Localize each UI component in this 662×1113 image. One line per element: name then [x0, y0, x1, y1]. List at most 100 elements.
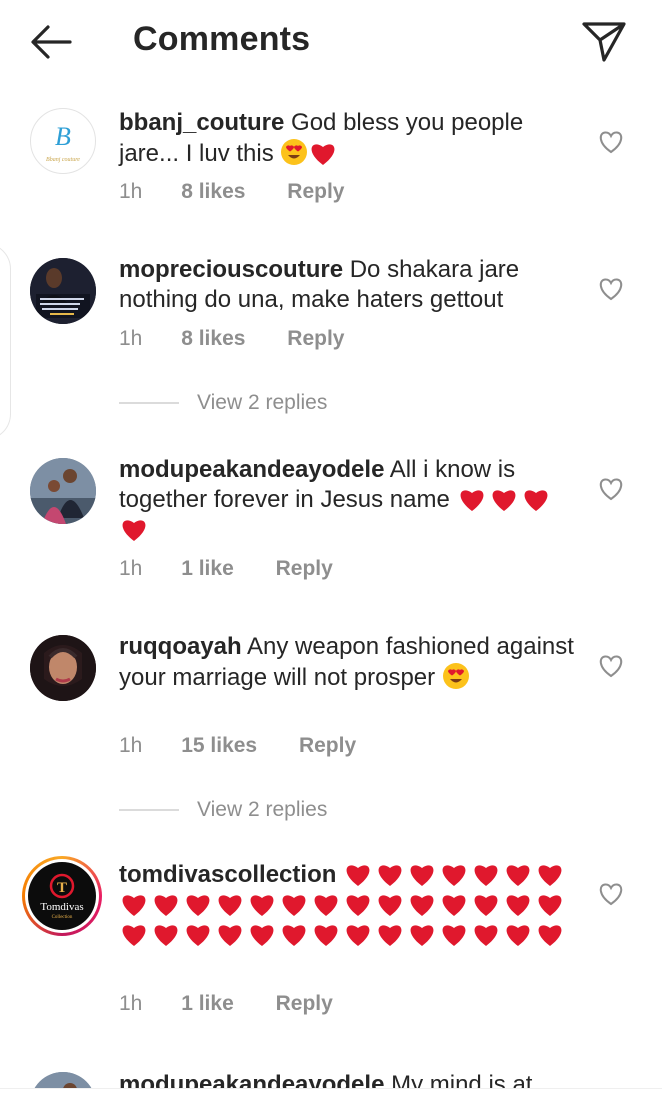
red-heart-emoji-icon	[506, 925, 530, 946]
red-heart-emoji-icon	[410, 895, 434, 916]
view-replies-label: View 2 replies	[197, 798, 328, 821]
arrow-left-icon	[31, 25, 72, 59]
reply-button[interactable]: Reply	[276, 557, 333, 581]
profile-photo-icon	[30, 458, 96, 524]
red-heart-emoji-icon	[378, 865, 402, 886]
red-heart-emoji-icon	[442, 925, 466, 946]
red-heart-emoji-icon	[506, 895, 530, 916]
red-heart-emoji-icon	[218, 925, 242, 946]
heart-eyes-emoji-icon	[442, 663, 469, 689]
red-heart-emoji-icon	[311, 144, 335, 165]
red-heart-emoji-icon	[218, 895, 242, 916]
comment-item: B Bbanj couture bbanj_couture God bless …	[0, 108, 662, 218]
share-button[interactable]	[580, 18, 628, 64]
avatar[interactable]: B Bbanj couture	[30, 108, 96, 174]
red-heart-emoji-icon	[442, 865, 466, 886]
like-heart-icon[interactable]	[598, 654, 624, 678]
svg-text:Collection: Collection	[52, 915, 73, 920]
comment-item: ruqqoayah Any weapon fashioned against y…	[0, 632, 662, 832]
replies-divider	[119, 402, 179, 404]
red-heart-emoji-icon	[154, 925, 178, 946]
like-heart-icon[interactable]	[598, 130, 624, 154]
svg-text:T: T	[57, 880, 67, 896]
red-heart-emoji-icon	[474, 865, 498, 886]
like-heart-icon[interactable]	[598, 882, 624, 906]
comment-likes[interactable]: 8 likes	[181, 180, 245, 204]
red-heart-emoji-icon	[314, 895, 338, 916]
red-heart-emoji-icon	[314, 925, 338, 946]
comment-item: T Tomdivas Collection tomdivascollection…	[0, 856, 662, 1040]
comment-username[interactable]: mopreciouscouture	[119, 256, 343, 283]
comment-username[interactable]: modupeakandeayodele	[119, 456, 384, 483]
red-heart-emoji-icon	[524, 490, 547, 511]
red-heart-emoji-icon	[282, 925, 306, 946]
like-heart-icon[interactable]	[598, 277, 624, 301]
view-replies-label: View 2 replies	[197, 391, 328, 414]
comment-username[interactable]: tomdivascollection	[119, 861, 336, 888]
red-heart-emoji-icon	[460, 490, 483, 511]
comment-likes[interactable]: 15 likes	[181, 734, 257, 758]
red-heart-emoji-icon	[250, 925, 274, 946]
red-heart-emoji-icon	[410, 925, 434, 946]
paper-plane-icon	[582, 22, 626, 62]
story-avatar[interactable]: T Tomdivas Collection	[22, 856, 102, 936]
profile-photo-icon	[30, 635, 96, 701]
comment-username[interactable]: bbanj_couture	[119, 109, 284, 136]
comment-body: mopreciouscouture Do shakara jare nothin…	[119, 255, 579, 315]
heart-eyes-emoji-icon	[281, 139, 308, 165]
red-heart-emoji-icon	[122, 895, 146, 916]
avatar[interactable]	[30, 635, 96, 701]
red-heart-emoji-icon	[378, 925, 402, 946]
reply-button[interactable]: Reply	[299, 734, 356, 758]
comment-body: bbanj_couture God bless you people jare.…	[119, 108, 579, 169]
red-heart-emoji-icon	[506, 865, 530, 886]
red-heart-emoji-icon	[186, 895, 210, 916]
comment-time: 1h	[119, 180, 143, 203]
comment-likes[interactable]: 1 like	[181, 557, 234, 581]
svg-text:B: B	[55, 122, 71, 151]
red-heart-emoji-icon	[346, 895, 370, 916]
comment-time: 1h	[119, 992, 143, 1015]
red-heart-emoji-icon	[346, 925, 370, 946]
comment-time: 1h	[119, 557, 143, 580]
red-heart-emoji-icon	[186, 925, 210, 946]
reply-button[interactable]: Reply	[287, 327, 344, 351]
comment-item: mopreciouscouture Do shakara jare nothin…	[0, 255, 662, 430]
view-replies-button[interactable]: View 2 replies	[119, 795, 419, 825]
red-heart-emoji-icon	[474, 925, 498, 946]
comment-username[interactable]: ruqqoayah	[119, 633, 242, 660]
red-heart-emoji-icon	[442, 895, 466, 916]
red-heart-emoji-icon	[122, 925, 146, 946]
comment-likes[interactable]: 8 likes	[181, 327, 245, 351]
bottom-bar	[0, 1088, 662, 1113]
red-heart-emoji-icon	[346, 865, 370, 886]
svg-text:Tomdivas: Tomdivas	[40, 901, 83, 913]
red-heart-emoji-icon	[410, 865, 434, 886]
red-heart-emoji-icon	[282, 895, 306, 916]
bbanj-logo-icon: B Bbanj couture	[46, 122, 80, 163]
tomdivas-logo-icon: T Tomdivas Collection	[40, 873, 84, 920]
comment-time: 1h	[119, 327, 143, 350]
red-heart-emoji-icon	[492, 490, 515, 511]
comment-likes[interactable]: 1 like	[181, 992, 234, 1016]
back-button[interactable]	[28, 22, 76, 62]
red-heart-emoji-icon	[474, 895, 498, 916]
red-heart-emoji-icon	[538, 865, 562, 886]
comment-item: modupeakandeayodele All i know is togeth…	[0, 455, 662, 595]
red-heart-emoji-icon	[378, 895, 402, 916]
comment-meta: 1h 1 like Reply	[119, 992, 333, 1016]
avatar[interactable]	[30, 458, 96, 524]
view-replies-button[interactable]: View 2 replies	[119, 388, 419, 418]
svg-text:Bbanj couture: Bbanj couture	[46, 157, 80, 163]
comment-meta: 1h 1 like Reply	[119, 557, 333, 581]
avatar[interactable]	[30, 258, 96, 324]
like-heart-icon[interactable]	[598, 477, 624, 501]
reply-button[interactable]: Reply	[276, 992, 333, 1016]
comment-body: ruqqoayah Any weapon fashioned against y…	[119, 632, 579, 693]
header-bar: Comments	[0, 0, 662, 84]
comment-body: tomdivascollection	[119, 860, 589, 950]
red-heart-emoji-icon	[154, 895, 178, 916]
replies-divider	[119, 809, 179, 811]
reply-button[interactable]: Reply	[287, 180, 344, 204]
red-heart-emoji-icon	[250, 895, 274, 916]
